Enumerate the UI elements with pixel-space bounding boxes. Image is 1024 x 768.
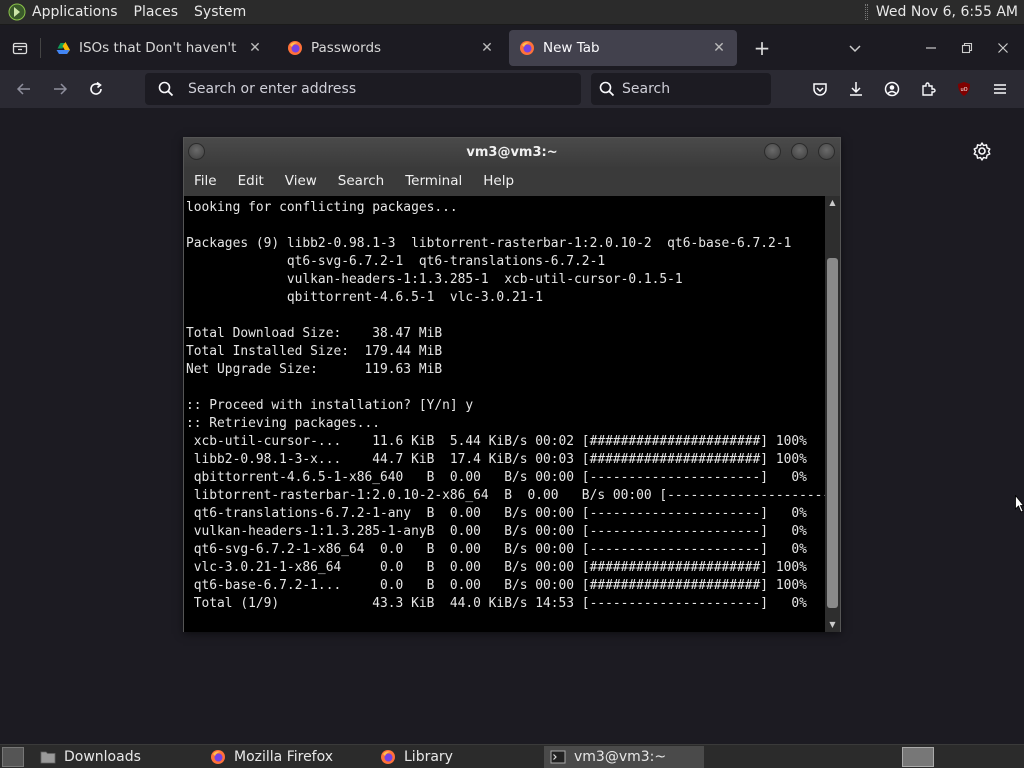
account-button[interactable]: [874, 74, 910, 104]
show-desktop-button[interactable]: [2, 746, 24, 767]
mouse-pointer-icon: [1015, 495, 1024, 513]
close-icon[interactable]: ✕: [479, 40, 495, 56]
terminal-titlebar[interactable]: vm3@vm3:~: [184, 138, 840, 167]
back-arrow-icon: [16, 83, 30, 95]
tab-new-tab[interactable]: New Tab ✕: [509, 29, 737, 66]
ublock-button[interactable]: uO: [946, 74, 982, 104]
restore-button[interactable]: [952, 42, 982, 54]
taskbar-item-downloads[interactable]: Downloads: [34, 746, 194, 768]
puzzle-icon: [922, 82, 936, 96]
menu-view[interactable]: View: [285, 173, 317, 189]
url-placeholder: Search or enter address: [188, 81, 357, 97]
firefox-icon: [211, 749, 225, 764]
close-button[interactable]: [818, 143, 835, 160]
list-all-tabs-button[interactable]: [840, 41, 870, 55]
minimize-button[interactable]: [916, 42, 946, 54]
workspace-switcher[interactable]: [902, 746, 934, 767]
firefox-view-button[interactable]: [0, 40, 40, 56]
tab-bar: ISOs that Don't haven't been ✕ Passwords…: [0, 25, 1024, 70]
pocket-button[interactable]: [802, 74, 838, 104]
taskbar-label: Downloads: [64, 748, 141, 765]
maximize-button[interactable]: [791, 143, 808, 160]
terminal-menubar: File Edit View Search Terminal Help: [184, 167, 840, 195]
applications-logo-icon[interactable]: [8, 3, 26, 21]
close-icon[interactable]: ✕: [711, 40, 727, 56]
search-placeholder: Search: [622, 81, 671, 97]
firefox-icon: [381, 749, 395, 764]
panel-handle[interactable]: [864, 4, 868, 20]
menu-search[interactable]: Search: [338, 173, 384, 189]
reload-icon: [90, 81, 102, 95]
search-icon: [158, 81, 174, 97]
firefox-icon: [288, 40, 302, 55]
terminal-output-area[interactable]: looking for conflicting packages... Pack…: [184, 196, 825, 632]
close-icon[interactable]: ✕: [247, 40, 263, 56]
search-bar[interactable]: Search: [591, 73, 771, 105]
minimize-icon: [926, 46, 936, 49]
chevron-down-icon: [849, 44, 861, 52]
close-window-button[interactable]: [988, 42, 1018, 54]
extensions-button[interactable]: [910, 74, 946, 104]
terminal-window[interactable]: vm3@vm3:~ File Edit View Search Terminal…: [183, 137, 841, 632]
tab-separator: [40, 37, 41, 58]
scrollbar-thumb[interactable]: [827, 258, 838, 608]
tab-title: New Tab: [543, 39, 600, 56]
close-icon: [998, 42, 1008, 53]
window-menu-button[interactable]: [188, 143, 205, 160]
nav-toolbar: Search or enter address Search uO: [0, 70, 1024, 108]
folder-icon: [40, 751, 56, 763]
taskbar-item-terminal[interactable]: vm3@vm3:~: [544, 745, 704, 768]
terminal-output: looking for conflicting packages... Pack…: [186, 200, 825, 611]
new-tab-button[interactable]: +: [747, 33, 777, 63]
clock[interactable]: Wed Nov 6, 6:55 AM: [876, 4, 1018, 20]
account-icon: [884, 81, 900, 97]
svg-text:uO: uO: [960, 87, 967, 93]
gear-icon[interactable]: [972, 141, 992, 161]
tab-isos[interactable]: ISOs that Don't haven't been ✕: [45, 30, 273, 66]
firefox-view-icon: [12, 42, 28, 54]
app-menu-button[interactable]: [982, 74, 1018, 104]
taskbar-label: vm3@vm3:~: [574, 748, 667, 765]
taskbar-label: Library: [404, 748, 453, 765]
applications-menu[interactable]: Applications: [32, 4, 118, 20]
pocket-icon: [813, 83, 827, 96]
menu-terminal[interactable]: Terminal: [405, 173, 462, 189]
firefox-icon: [520, 40, 534, 55]
tab-title: Passwords: [311, 39, 382, 56]
ublock-origin-icon: uO: [958, 82, 970, 96]
reload-button[interactable]: [78, 74, 114, 104]
minimize-button[interactable]: [764, 143, 781, 160]
menu-file[interactable]: File: [194, 173, 217, 189]
plus-icon: +: [753, 35, 771, 60]
bottom-panel: Downloads Mozilla Firefox Library vm3@vm…: [0, 744, 1024, 768]
scroll-down-arrow-icon[interactable]: ▼: [825, 618, 840, 632]
places-menu[interactable]: Places: [134, 4, 179, 20]
toolbar-buttons: uO: [802, 74, 1018, 104]
forward-arrow-icon: [54, 83, 68, 95]
google-drive-icon: [56, 41, 70, 54]
terminal-scrollbar[interactable]: ▲ ▼: [825, 196, 840, 632]
system-menu[interactable]: System: [194, 4, 246, 20]
menu-help[interactable]: Help: [483, 173, 514, 189]
terminal-title: vm3@vm3:~: [466, 145, 558, 160]
menu-edit[interactable]: Edit: [238, 173, 264, 189]
tab-title: ISOs that Don't haven't been: [79, 39, 241, 56]
download-icon: [850, 82, 862, 96]
search-icon: [599, 81, 615, 97]
restore-icon: [961, 42, 973, 53]
taskbar-item-firefox[interactable]: Mozilla Firefox: [204, 746, 364, 768]
back-button[interactable]: [6, 74, 42, 104]
hamburger-menu-icon: [994, 84, 1006, 94]
taskbar-label: Mozilla Firefox: [234, 748, 334, 765]
downloads-button[interactable]: [838, 74, 874, 104]
tab-passwords[interactable]: Passwords ✕: [277, 30, 505, 66]
terminal-icon: [550, 750, 566, 763]
top-panel: Applications Places System Wed Nov 6, 6:…: [0, 0, 1024, 25]
forward-button[interactable]: [42, 74, 78, 104]
scroll-up-arrow-icon[interactable]: ▲: [825, 196, 840, 210]
url-bar[interactable]: Search or enter address: [145, 73, 581, 105]
taskbar-item-library[interactable]: Library: [374, 746, 534, 768]
